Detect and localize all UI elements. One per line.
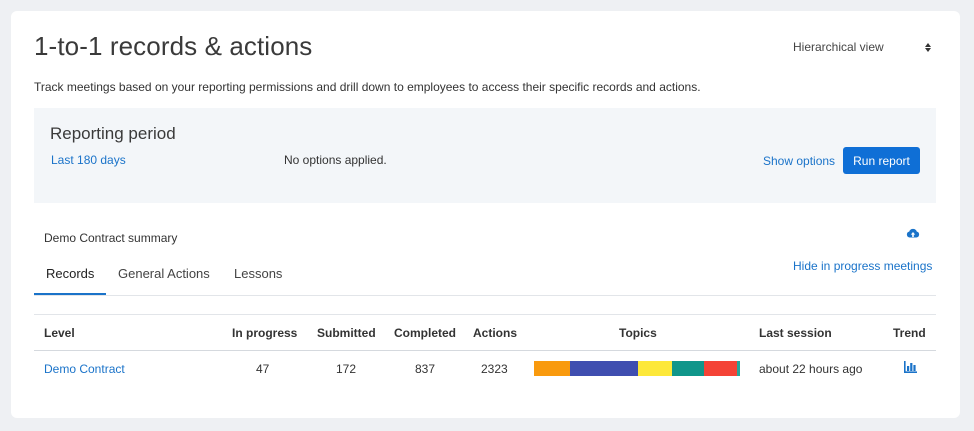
bar-chart-icon[interactable] bbox=[904, 361, 917, 373]
submitted-value: 172 bbox=[336, 362, 357, 376]
header-completed: Completed bbox=[394, 326, 457, 340]
show-options-link[interactable]: Show options bbox=[763, 154, 835, 168]
header-topics: Topics bbox=[619, 326, 657, 340]
reporting-period-link[interactable]: Last 180 days bbox=[51, 153, 126, 167]
topic-segment[interactable] bbox=[570, 361, 639, 376]
header-submitted: Submitted bbox=[317, 326, 376, 340]
tab-bar: Records General Actions Lessons bbox=[34, 263, 936, 296]
header-level: Level bbox=[44, 326, 75, 340]
topic-segment[interactable] bbox=[534, 361, 571, 376]
active-tab-indicator bbox=[34, 293, 106, 295]
page-title: 1-to-1 records & actions bbox=[34, 31, 313, 61]
completed-value: 837 bbox=[415, 362, 436, 376]
in-progress-value: 47 bbox=[256, 362, 270, 376]
table-top-divider bbox=[34, 314, 936, 315]
topics-bar[interactable] bbox=[534, 361, 740, 376]
header-trend: Trend bbox=[893, 326, 926, 340]
tab-records-label: Records bbox=[46, 266, 95, 281]
tab-general-actions-label: General Actions bbox=[118, 266, 210, 281]
level-link[interactable]: Demo Contract bbox=[44, 362, 125, 376]
header-in-progress: In progress bbox=[232, 326, 298, 340]
reporting-period-panel: Reporting period Last 180 days No option… bbox=[34, 108, 936, 203]
run-report-button[interactable]: Run report bbox=[843, 147, 920, 174]
page-description: Track meetings based on your reporting p… bbox=[34, 80, 701, 94]
topic-segment[interactable] bbox=[672, 361, 704, 376]
tab-lessons-label: Lessons bbox=[234, 266, 283, 281]
actions-value: 2323 bbox=[481, 362, 508, 376]
tab-general-actions[interactable]: General Actions bbox=[118, 266, 210, 296]
topic-segment[interactable] bbox=[736, 361, 740, 376]
table-header-divider bbox=[34, 350, 936, 351]
sort-arrows-icon bbox=[925, 41, 931, 53]
options-status: No options applied. bbox=[284, 153, 387, 167]
tab-lessons[interactable]: Lessons bbox=[234, 266, 282, 296]
cloud-upload-icon[interactable] bbox=[906, 227, 920, 241]
summary-label: Demo Contract summary bbox=[44, 231, 178, 245]
topic-segment[interactable] bbox=[638, 361, 672, 376]
reporting-period-title: Reporting period bbox=[50, 124, 176, 143]
last-session-value: about 22 hours ago bbox=[759, 362, 863, 376]
main-card: 1-to-1 records & actions Hierarchical vi… bbox=[11, 11, 960, 418]
view-select[interactable]: Hierarchical view bbox=[793, 37, 931, 57]
header-actions: Actions bbox=[473, 326, 518, 340]
topic-segment[interactable] bbox=[703, 361, 737, 376]
view-select-value: Hierarchical view bbox=[793, 40, 884, 54]
header-last-session: Last session bbox=[759, 326, 832, 340]
tab-records[interactable]: Records bbox=[46, 266, 94, 296]
